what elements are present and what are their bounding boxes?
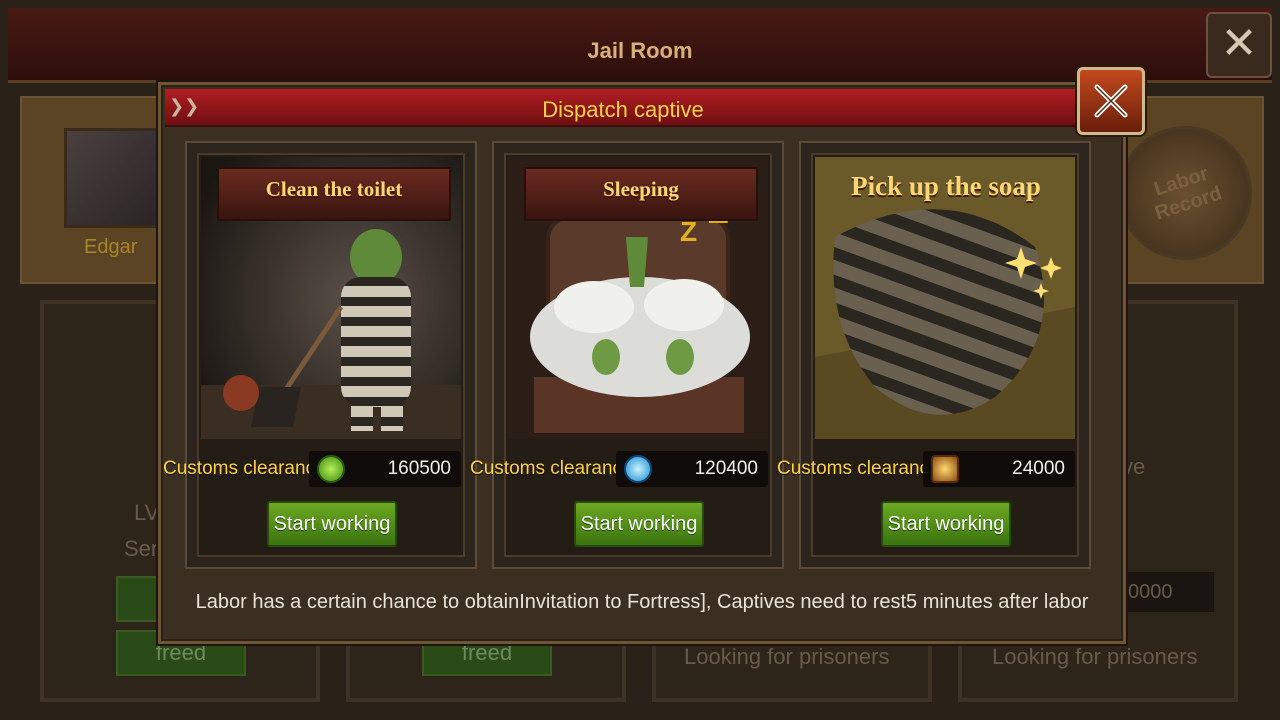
- cost-row: Customs clearance: 120400: [470, 451, 770, 487]
- cost-value: 120400: [694, 458, 758, 479]
- gold-medal-icon: [931, 455, 959, 483]
- cost-label: Customs clearance:: [470, 458, 638, 479]
- captive-avatar: [64, 128, 164, 228]
- task-card-sleeping: Z Z Sleeping Customs clearance: 120400 S…: [470, 141, 784, 569]
- dialog-title: Dispatch captive: [542, 97, 704, 122]
- close-icon: [1094, 84, 1128, 118]
- dialog-titlebar: ❯❯ Dispatch captive: [165, 89, 1081, 127]
- start-working-button[interactable]: Start working: [881, 501, 1011, 547]
- cost-label: Customs clearance:: [163, 458, 331, 479]
- clean-toilet-artwork: Clean the toilet: [201, 157, 461, 439]
- task-card-clean-toilet: Clean the toilet Customs clearance: 1605…: [163, 141, 477, 569]
- start-working-button[interactable]: Start working: [267, 501, 397, 547]
- green-gem-icon: [317, 455, 345, 483]
- sleeping-artwork: Z Z Sleeping: [508, 157, 768, 439]
- cost-value: 24000: [1012, 458, 1065, 479]
- jail-room-close-icon: ✕: [1206, 12, 1272, 78]
- card-title: Pick up the soap: [851, 171, 1041, 201]
- dispatch-captive-dialog: ❯❯ Dispatch captive Clean the toilet Cus…: [158, 67, 1145, 644]
- slot-looking-label: Looking for prisoners: [684, 644, 890, 669]
- close-button[interactable]: [1077, 67, 1145, 135]
- task-card-pick-up-soap: Pick up the soap Customs clearance: 2400…: [777, 141, 1091, 569]
- blue-orb-icon: [624, 455, 652, 483]
- cost-value: 160500: [387, 458, 451, 479]
- labor-info-text: Labor has a certain chance to obtainInvi…: [195, 591, 1089, 613]
- pick-up-soap-artwork: Pick up the soap: [815, 157, 1075, 439]
- captive-name: Edgar: [84, 236, 138, 258]
- jail-room-title: Jail Room: [587, 38, 693, 63]
- cost-label: Customs clearance:: [777, 458, 945, 479]
- start-working-button[interactable]: Start working: [574, 501, 704, 547]
- slot-level-label: LV: [134, 500, 160, 525]
- card-title: Sleeping: [603, 177, 679, 201]
- cost-row: Customs clearance: 24000: [777, 451, 1077, 487]
- cost-row: Customs clearance: 160500: [163, 451, 463, 487]
- card-title: Clean the toilet: [265, 177, 403, 201]
- slot-looking-label: Looking for prisoners: [992, 644, 1198, 669]
